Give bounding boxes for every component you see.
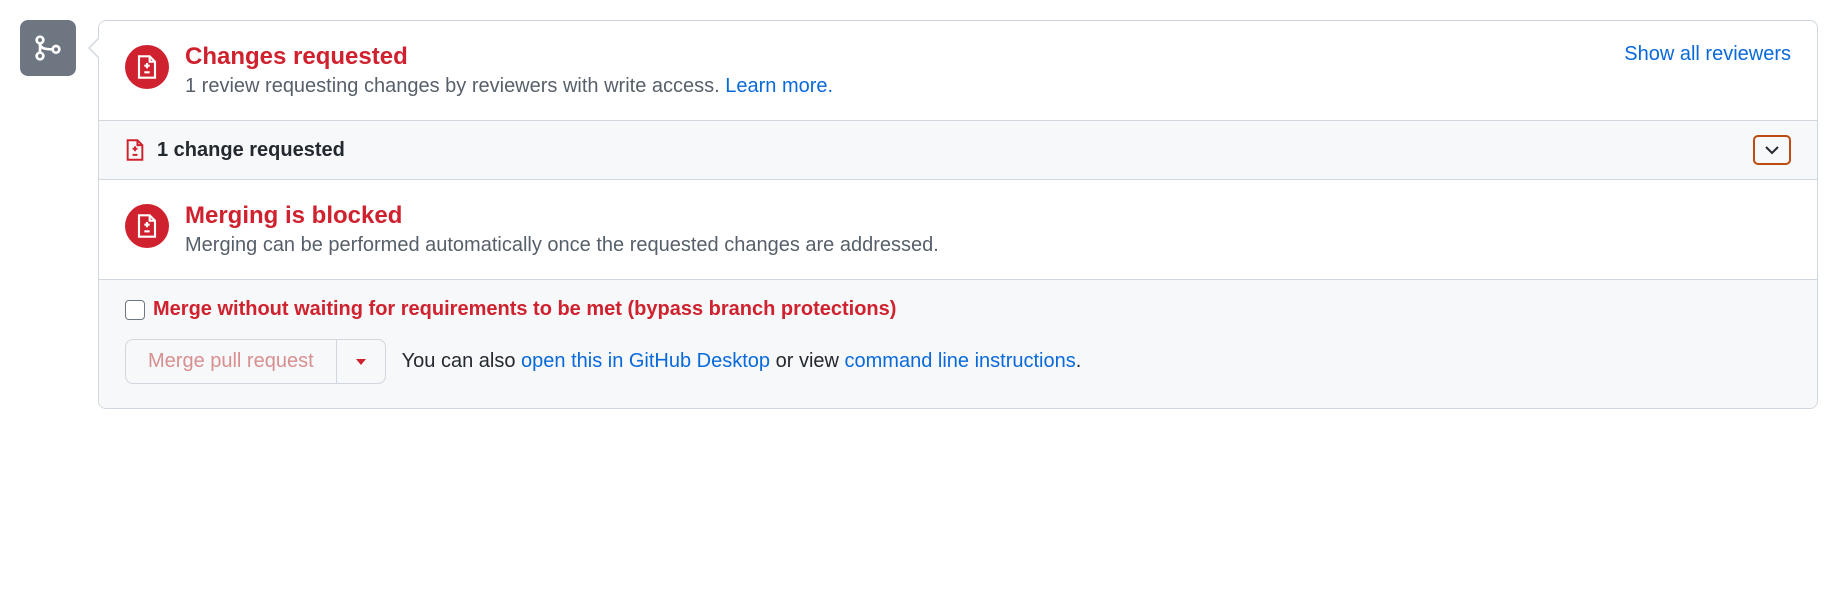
- git-merge-badge: [20, 20, 76, 76]
- merge-options-dropdown[interactable]: [337, 339, 386, 384]
- caret-down-icon: [355, 358, 367, 366]
- merging-blocked-title: Merging is blocked: [185, 202, 1791, 230]
- git-merge-icon: [32, 32, 64, 64]
- note-suffix: .: [1076, 350, 1082, 372]
- changes-requested-subtitle: 1 review requesting changes by reviewers…: [185, 75, 1791, 98]
- cli-instructions-link[interactable]: command line instructions: [845, 350, 1076, 372]
- expand-reviews-button[interactable]: [1753, 135, 1791, 165]
- file-diff-badge: [125, 45, 169, 89]
- learn-more-link[interactable]: Learn more.: [725, 75, 833, 97]
- merge-button-group: Merge pull request: [125, 339, 386, 384]
- merge-note: You can also open this in GitHub Desktop…: [402, 350, 1082, 373]
- change-requested-row[interactable]: 1 change requested: [99, 120, 1817, 180]
- change-requested-count: 1 change requested: [157, 139, 345, 162]
- merging-blocked-section: Merging is blocked Merging can be perfor…: [99, 180, 1817, 279]
- file-diff-badge: [125, 204, 169, 248]
- note-prefix: You can also: [402, 350, 521, 372]
- open-desktop-link[interactable]: open this in GitHub Desktop: [521, 350, 770, 372]
- show-all-reviewers-link[interactable]: Show all reviewers: [1624, 43, 1791, 66]
- file-diff-icon: [125, 139, 145, 161]
- merge-footer: Merge without waiting for requirements t…: [99, 279, 1817, 408]
- merge-pull-request-button[interactable]: Merge pull request: [125, 339, 337, 384]
- bypass-checkbox[interactable]: [125, 300, 145, 320]
- bypass-label[interactable]: Merge without waiting for requirements t…: [153, 298, 896, 321]
- merging-blocked-subtitle: Merging can be performed automatically o…: [185, 234, 1791, 257]
- changes-requested-title: Changes requested: [185, 43, 408, 71]
- changes-requested-section: Changes requested Show all reviewers 1 r…: [99, 21, 1817, 120]
- file-diff-icon: [136, 55, 158, 79]
- note-mid: or view: [770, 350, 844, 372]
- chevron-down-icon: [1764, 145, 1780, 155]
- subtitle-text: 1 review requesting changes by reviewers…: [185, 75, 725, 97]
- file-diff-icon: [136, 214, 158, 238]
- merge-status-panel: Changes requested Show all reviewers 1 r…: [98, 20, 1818, 409]
